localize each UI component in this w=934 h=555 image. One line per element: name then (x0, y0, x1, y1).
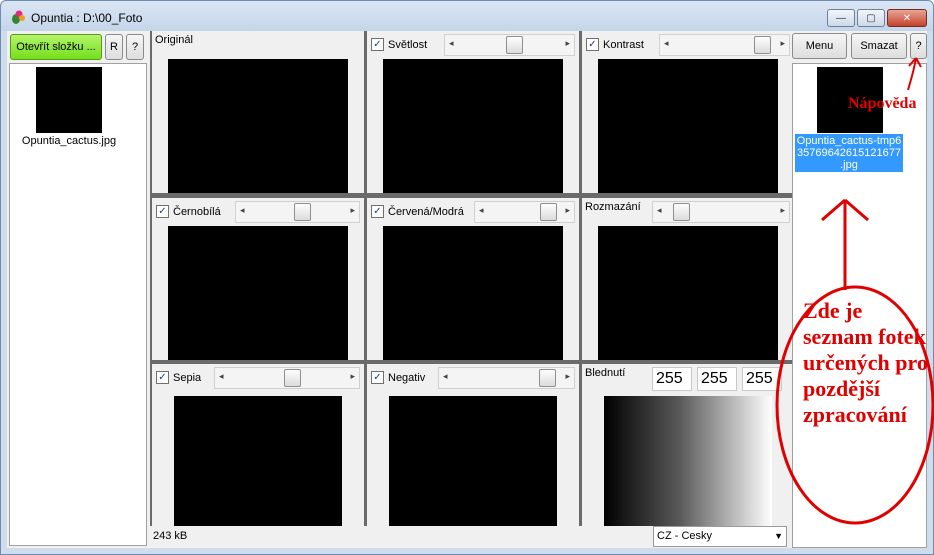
note-annotation: Zde je seznam fotek určených pro pozdějš… (803, 298, 928, 427)
list-arrow (821, 198, 869, 290)
help-arrow (907, 57, 922, 91)
annotation-layer (775, 57, 934, 525)
help-annotation: Nápověda (848, 95, 917, 112)
